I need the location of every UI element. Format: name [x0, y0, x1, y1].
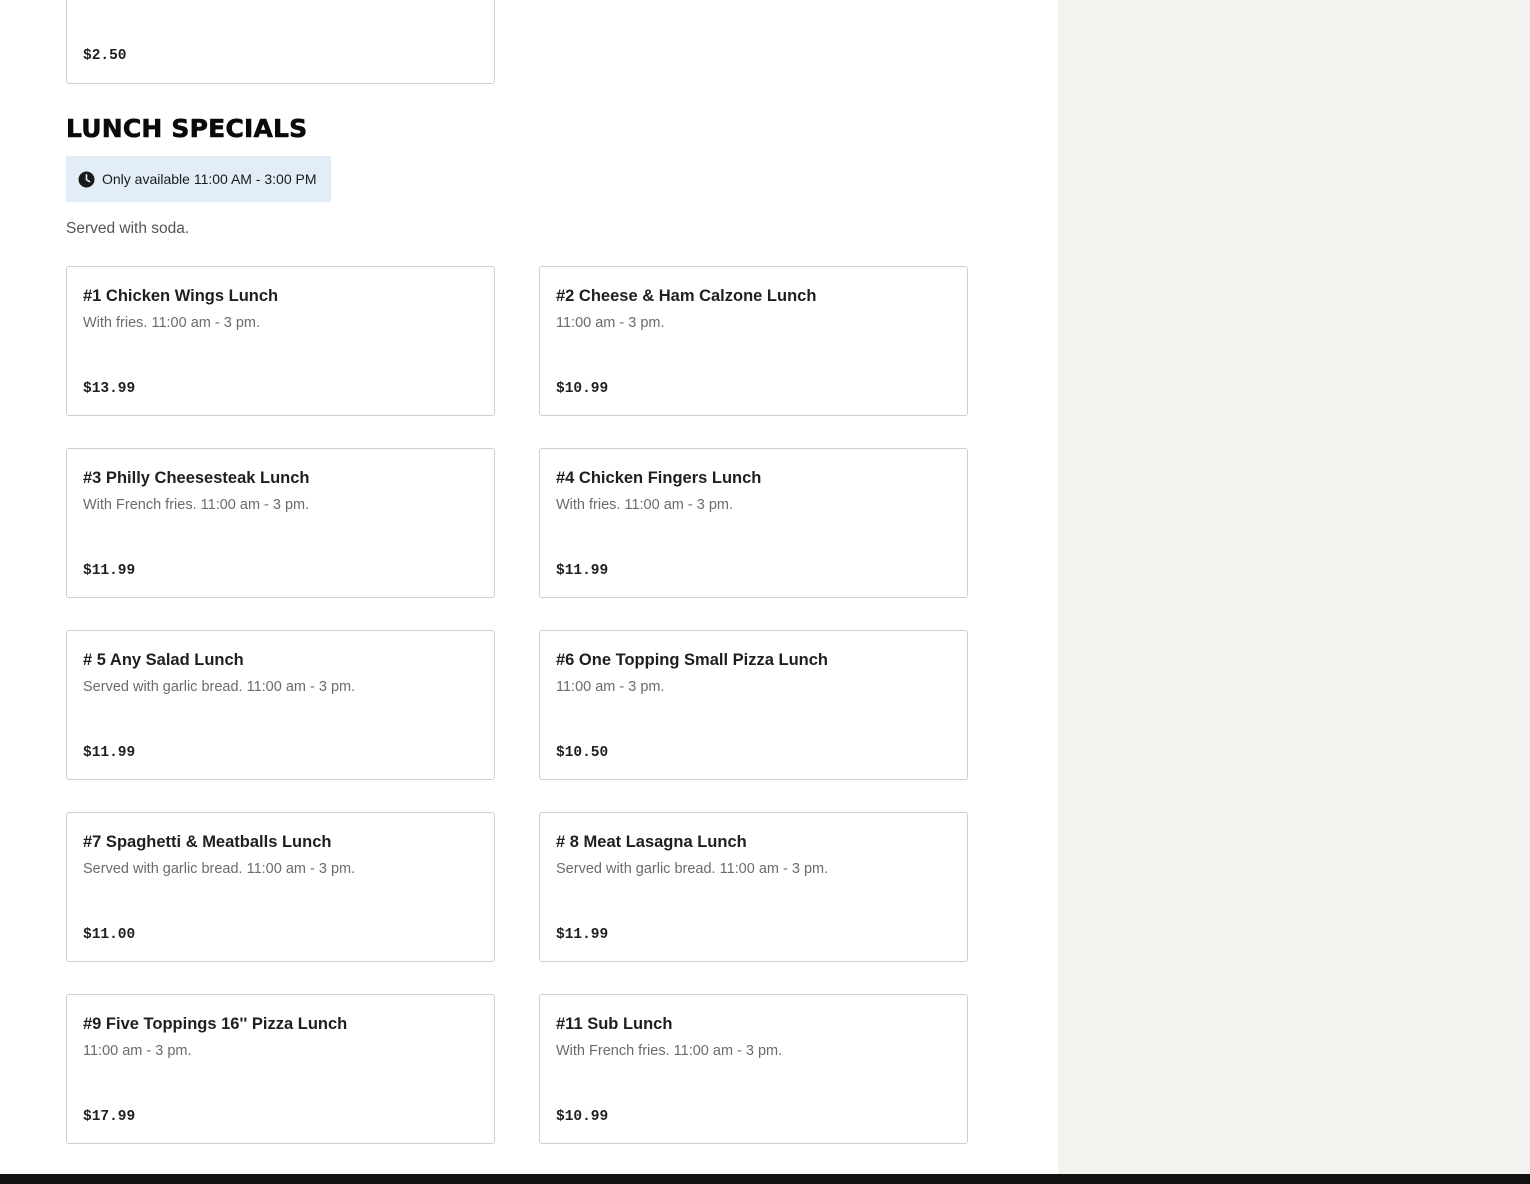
availability-text: Only available 11:00 AM - 3:00 PM: [102, 171, 317, 187]
sidebar-panel: [1058, 0, 1530, 1174]
item-description: Served with garlic bread. 11:00 am - 3 p…: [83, 679, 356, 695]
item-name: #1 Chicken Wings Lunch: [83, 287, 279, 305]
item-description: With French fries. 11:00 am - 3 pm.: [556, 1043, 783, 1059]
menu-item-card[interactable]: #2 Cheese & Ham Calzone Lunch 11:00 am - …: [539, 266, 968, 416]
menu-item-card[interactable]: #6 One Topping Small Pizza Lunch 11:00 am…: [539, 630, 968, 780]
item-name: #4 Chicken Fingers Lunch: [556, 469, 762, 487]
item-name: #7 Spaghetti & Meatballs Lunch: [83, 833, 332, 851]
menu-item-card[interactable]: # 5 Any Salad Lunch Served with garlic br…: [66, 630, 495, 780]
menu-item-card[interactable]: #11 Sub Lunch With French fries. 11:00 am…: [539, 994, 968, 1144]
item-name: #3 Philly Cheesesteak Lunch: [83, 469, 310, 487]
footer-bar: [0, 1174, 1530, 1184]
item-description: Served with garlic bread. 11:00 am - 3 p…: [83, 861, 356, 877]
item-name: # 5 Any Salad Lunch: [83, 651, 244, 669]
menu-item-card[interactable]: #9 Five Toppings 16'' Pizza Lunch 11:00 a…: [66, 994, 495, 1144]
menu-item-card[interactable]: $2.50: [66, 0, 495, 84]
item-name: #6 One Topping Small Pizza Lunch: [556, 651, 828, 669]
item-description: With fries. 11:00 am - 3 pm.: [83, 315, 261, 331]
item-price: $11.99: [556, 927, 609, 943]
item-price: $10.50: [556, 745, 609, 761]
section-description: Served with soda.: [66, 220, 190, 237]
section-title: LUNCH SPECIALS: [66, 114, 308, 144]
availability-badge: Only available 11:00 AM - 3:00 PM: [66, 156, 331, 202]
item-name: # 8 Meat Lasagna Lunch: [556, 833, 747, 851]
item-name: #11 Sub Lunch: [556, 1015, 673, 1033]
clock-icon: [78, 171, 95, 188]
menu-main-panel: $2.50 LUNCH SPECIALS Only available 11:0…: [0, 0, 1058, 1174]
item-description: With fries. 11:00 am - 3 pm.: [556, 497, 734, 513]
item-description: Served with garlic bread. 11:00 am - 3 p…: [556, 861, 829, 877]
item-description: 11:00 am - 3 pm.: [556, 679, 665, 695]
item-price: $11.00: [83, 927, 136, 943]
item-price: $10.99: [556, 381, 609, 397]
item-description: 11:00 am - 3 pm.: [556, 315, 665, 331]
item-name: #9 Five Toppings 16'' Pizza Lunch: [83, 1015, 348, 1033]
item-description: 11:00 am - 3 pm.: [83, 1043, 192, 1059]
menu-item-card[interactable]: #3 Philly Cheesesteak Lunch With French f…: [66, 448, 495, 598]
menu-item-card[interactable]: #1 Chicken Wings Lunch With fries. 11:00 …: [66, 266, 495, 416]
item-price: $10.99: [556, 1109, 609, 1125]
item-price: $11.99: [83, 563, 136, 579]
item-price: $17.99: [83, 1109, 136, 1125]
item-description: With French fries. 11:00 am - 3 pm.: [83, 497, 310, 513]
item-price: $2.50: [83, 48, 127, 64]
menu-item-card[interactable]: # 8 Meat Lasagna Lunch Served with garlic…: [539, 812, 968, 962]
item-price: $11.99: [83, 745, 136, 761]
item-price: $13.99: [83, 381, 136, 397]
menu-item-card[interactable]: #7 Spaghetti & Meatballs Lunch Served wit…: [66, 812, 495, 962]
menu-item-card[interactable]: #4 Chicken Fingers Lunch With fries. 11:0…: [539, 448, 968, 598]
item-price: $11.99: [556, 563, 609, 579]
item-name: #2 Cheese & Ham Calzone Lunch: [556, 287, 817, 305]
